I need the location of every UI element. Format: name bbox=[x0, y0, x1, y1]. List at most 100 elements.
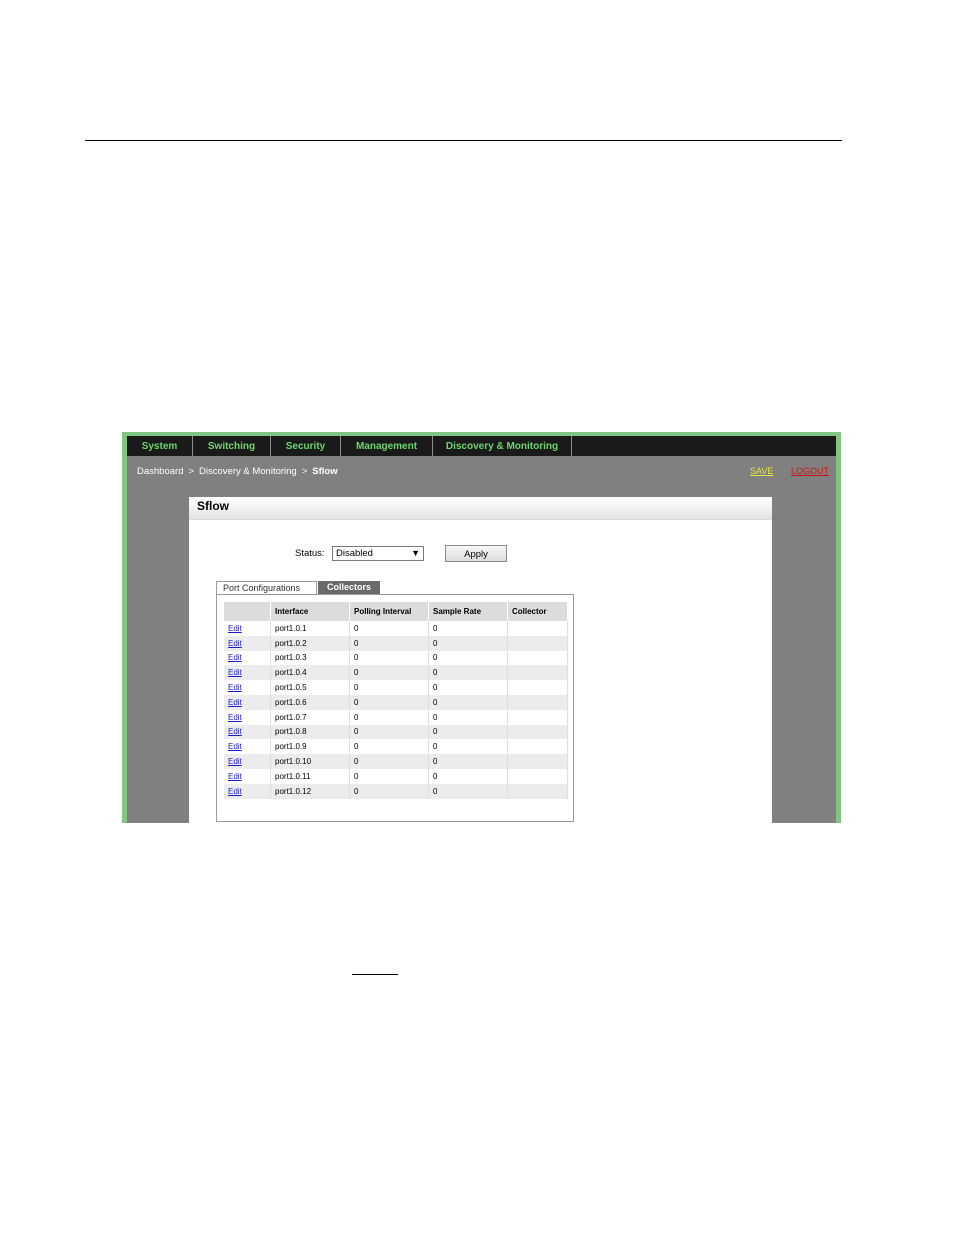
page-title: Sflow bbox=[197, 499, 229, 513]
edit-link[interactable]: Edit bbox=[228, 772, 242, 781]
polling-interval-cell: 0 bbox=[349, 739, 429, 755]
edit-cell: Edit bbox=[224, 709, 271, 725]
column-header-collector: Collector bbox=[507, 602, 568, 621]
edit-cell: Edit bbox=[224, 724, 271, 740]
collector-cell bbox=[507, 694, 568, 710]
collector-cell bbox=[507, 754, 568, 769]
screenshot-frame: System Switching Security Management Dis… bbox=[122, 432, 841, 823]
edit-link[interactable]: Edit bbox=[228, 727, 242, 736]
breadcrumb-separator: > bbox=[301, 466, 308, 477]
polling-interval-cell: 0 bbox=[349, 665, 429, 681]
collector-cell bbox=[507, 739, 568, 755]
tab-port-configurations[interactable]: Port Configurations bbox=[216, 581, 317, 594]
table-body: Edit port1.0.1 0 0 Edit port1.0.2 0 0 Edit port1.… bbox=[224, 621, 568, 799]
collector-cell bbox=[507, 665, 568, 681]
interface-cell: port1.0.4 bbox=[270, 665, 350, 681]
collector-cell bbox=[507, 783, 568, 799]
collector-cell bbox=[507, 724, 568, 740]
logout-link[interactable]: LOGOUT bbox=[791, 466, 829, 476]
sample-rate-cell: 0 bbox=[428, 621, 508, 636]
breadcrumb-discovery-monitoring[interactable]: Discovery & Monitoring bbox=[199, 466, 297, 477]
polling-interval-cell: 0 bbox=[349, 709, 429, 725]
status-value: Disabled bbox=[336, 548, 373, 559]
breadcrumb-dashboard[interactable]: Dashboard bbox=[137, 466, 183, 477]
app-window: System Switching Security Management Dis… bbox=[127, 436, 836, 823]
sample-rate-cell: 0 bbox=[428, 709, 508, 725]
nav-item-system[interactable]: System bbox=[127, 436, 193, 456]
breadcrumb: Dashboard > Discovery & Monitoring > Sflow bbox=[137, 466, 338, 477]
edit-link[interactable]: Edit bbox=[228, 713, 242, 722]
edit-cell: Edit bbox=[224, 783, 271, 799]
breadcrumb-separator: > bbox=[188, 466, 195, 477]
polling-interval-cell: 0 bbox=[349, 694, 429, 710]
edit-cell: Edit bbox=[224, 635, 271, 651]
collector-cell bbox=[507, 768, 568, 784]
table-row: Edit port1.0.2 0 0 bbox=[224, 635, 568, 651]
interface-cell: port1.0.6 bbox=[270, 694, 350, 710]
table-row: Edit port1.0.5 0 0 bbox=[224, 680, 568, 695]
polling-interval-cell: 0 bbox=[349, 754, 429, 769]
table-row: Edit port1.0.9 0 0 bbox=[224, 739, 568, 755]
edit-cell: Edit bbox=[224, 739, 271, 755]
edit-link[interactable]: Edit bbox=[228, 683, 242, 692]
tab-collectors[interactable]: Collectors bbox=[318, 581, 380, 594]
sample-rate-cell: 0 bbox=[428, 724, 508, 740]
interface-cell: port1.0.10 bbox=[270, 754, 350, 769]
nav-item-discovery-monitoring[interactable]: Discovery & Monitoring bbox=[433, 436, 572, 456]
edit-cell: Edit bbox=[224, 680, 271, 695]
collector-cell bbox=[507, 709, 568, 725]
nav-item-security[interactable]: Security bbox=[271, 436, 341, 456]
table-row: Edit port1.0.10 0 0 bbox=[224, 754, 568, 769]
sample-rate-cell: 0 bbox=[428, 680, 508, 695]
panel-header: Sflow bbox=[189, 497, 772, 520]
edit-link[interactable]: Edit bbox=[228, 653, 242, 662]
sample-rate-cell: 0 bbox=[428, 694, 508, 710]
polling-interval-cell: 0 bbox=[349, 783, 429, 799]
sample-rate-cell: 0 bbox=[428, 739, 508, 755]
polling-interval-cell: 0 bbox=[349, 680, 429, 695]
edit-cell: Edit bbox=[224, 754, 271, 769]
interface-cell: port1.0.11 bbox=[270, 768, 350, 784]
column-header-action bbox=[224, 602, 271, 621]
collector-cell bbox=[507, 650, 568, 666]
polling-interval-cell: 0 bbox=[349, 650, 429, 666]
edit-cell: Edit bbox=[224, 665, 271, 681]
edit-link[interactable]: Edit bbox=[228, 639, 242, 648]
chevron-down-icon: ▼ bbox=[411, 548, 420, 558]
edit-link[interactable]: Edit bbox=[228, 668, 242, 677]
interface-cell: port1.0.3 bbox=[270, 650, 350, 666]
breadcrumb-sflow: Sflow bbox=[312, 466, 338, 477]
edit-link[interactable]: Edit bbox=[228, 742, 242, 751]
interface-cell: port1.0.7 bbox=[270, 709, 350, 725]
status-select[interactable]: Disabled ▼ bbox=[332, 546, 424, 561]
column-header-polling-interval: Polling Interval bbox=[349, 602, 429, 621]
nav-item-switching[interactable]: Switching bbox=[193, 436, 271, 456]
sample-rate-cell: 0 bbox=[428, 768, 508, 784]
table-row: Edit port1.0.1 0 0 bbox=[224, 621, 568, 636]
edit-link[interactable]: Edit bbox=[228, 698, 242, 707]
edit-link[interactable]: Edit bbox=[228, 787, 242, 796]
collector-cell bbox=[507, 635, 568, 651]
underline-mark bbox=[352, 974, 398, 975]
column-header-sample-rate: Sample Rate bbox=[428, 602, 508, 621]
table-row: Edit port1.0.4 0 0 bbox=[224, 665, 568, 681]
edit-cell: Edit bbox=[224, 621, 271, 636]
apply-button[interactable]: Apply bbox=[445, 545, 507, 562]
interface-cell: port1.0.1 bbox=[270, 621, 350, 636]
sample-rate-cell: 0 bbox=[428, 665, 508, 681]
edit-link[interactable]: Edit bbox=[228, 757, 242, 766]
polling-interval-cell: 0 bbox=[349, 724, 429, 740]
interface-cell: port1.0.8 bbox=[270, 724, 350, 740]
table-row: Edit port1.0.11 0 0 bbox=[224, 768, 568, 784]
save-link[interactable]: SAVE bbox=[750, 466, 773, 476]
interface-cell: port1.0.2 bbox=[270, 635, 350, 651]
sample-rate-cell: 0 bbox=[428, 783, 508, 799]
edit-link[interactable]: Edit bbox=[228, 624, 242, 633]
interface-cell: port1.0.12 bbox=[270, 783, 350, 799]
edit-cell: Edit bbox=[224, 768, 271, 784]
page-header-rule bbox=[85, 140, 842, 141]
table-row: Edit port1.0.6 0 0 bbox=[224, 694, 568, 710]
sample-rate-cell: 0 bbox=[428, 754, 508, 769]
nav-item-management[interactable]: Management bbox=[341, 436, 433, 456]
polling-interval-cell: 0 bbox=[349, 768, 429, 784]
